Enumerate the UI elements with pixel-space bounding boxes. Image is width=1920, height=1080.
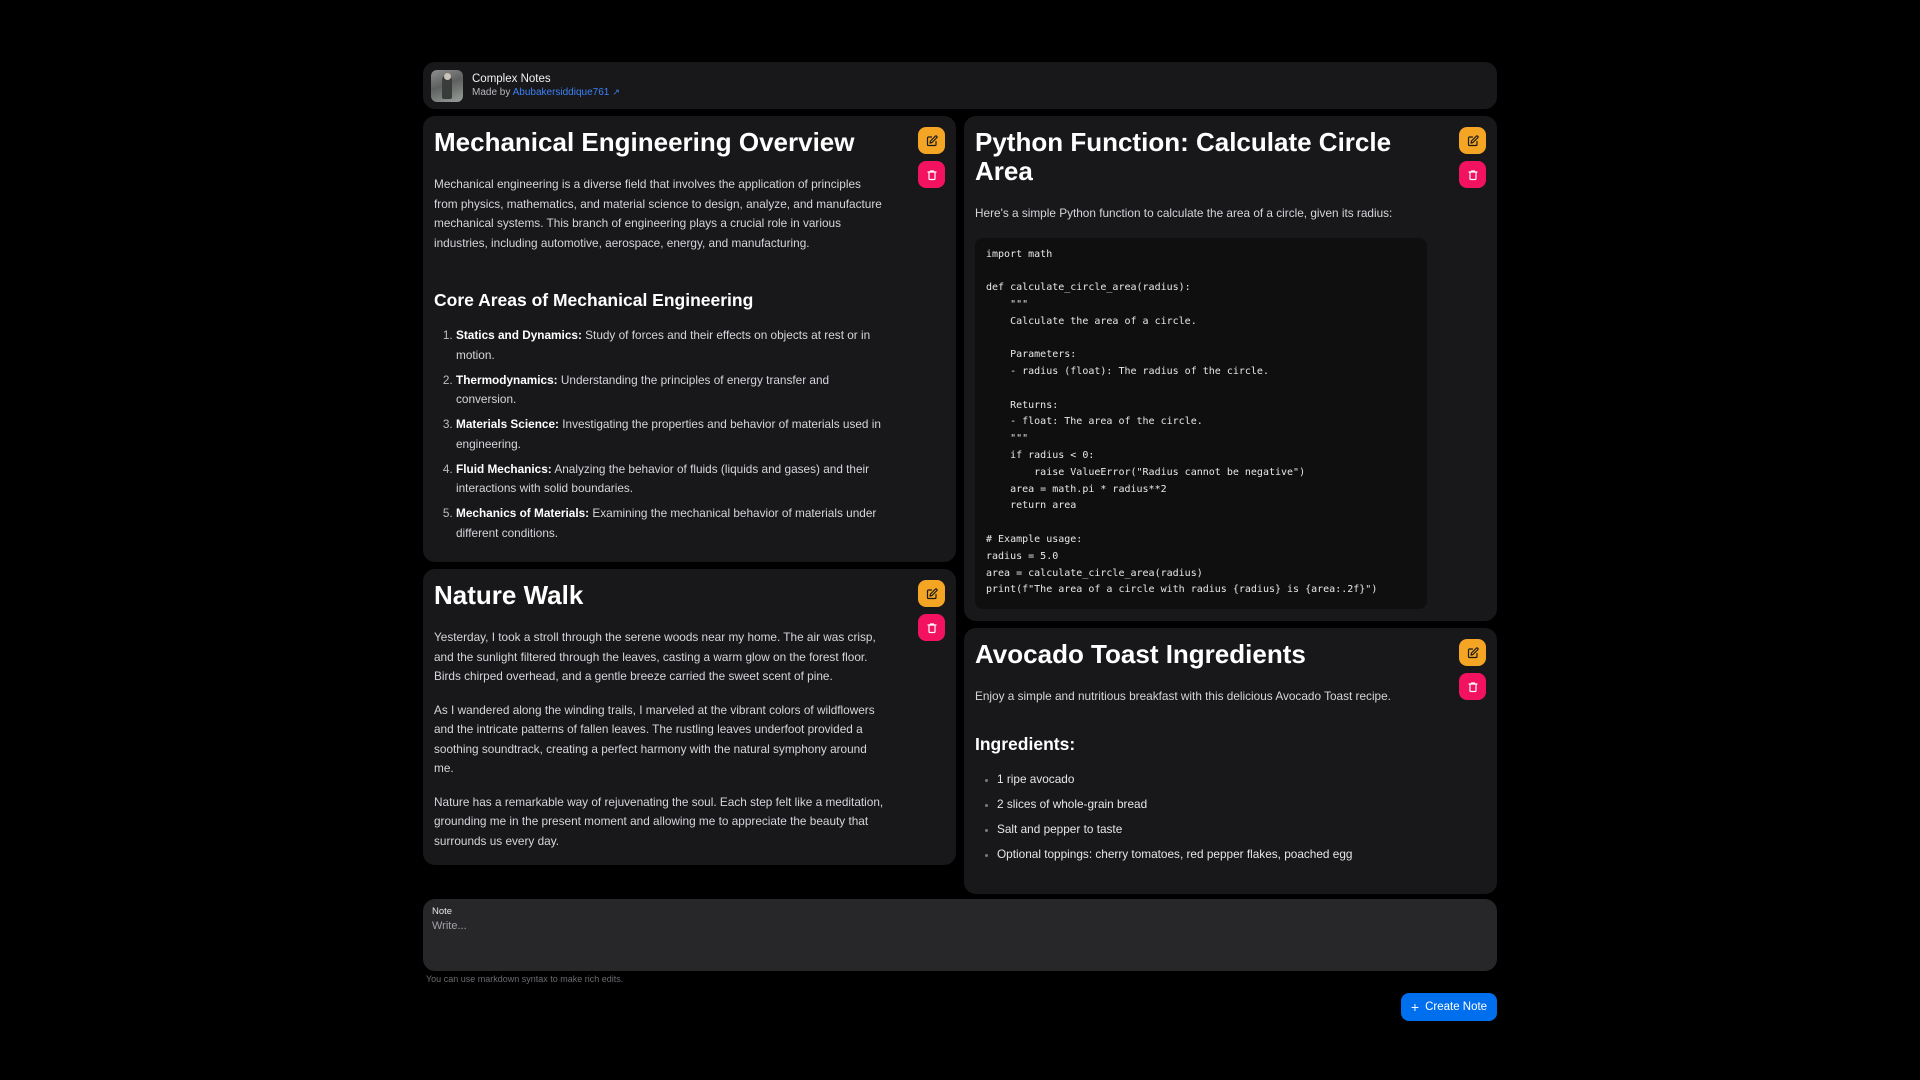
list-item: 1 ripe avocado: [997, 770, 1427, 790]
notes-column-right: Python Function: Calculate Circle Area H…: [964, 116, 1497, 894]
note-intro: Mechanical engineering is a diverse fiel…: [434, 177, 882, 250]
list-item: Statics and Dynamics: Study of forces an…: [456, 326, 886, 365]
note-subheading: Core Areas of Mechanical Engineering: [434, 290, 754, 310]
note-card-nature-walk: Nature Walk Yesterday, I took a stroll t…: [423, 569, 956, 865]
ingredients-list: 1 ripe avocado 2 slices of whole-grain b…: [975, 770, 1427, 865]
delete-button[interactable]: [918, 161, 945, 188]
external-link-icon: ↗: [612, 87, 620, 97]
note-actions: [1459, 639, 1486, 700]
made-by-line: Made by Abubakersiddique761 ↗: [472, 86, 620, 99]
note-title: Python Function: Calculate Circle Area: [975, 127, 1392, 186]
author-link[interactable]: Abubakersiddique761: [513, 87, 610, 98]
create-note-button[interactable]: + Create Note: [1401, 993, 1497, 1021]
note-paragraph: Yesterday, I took a stroll through the s…: [434, 630, 876, 683]
note-paragraph: Nature has a remarkable way of rejuvenat…: [434, 794, 884, 848]
note-composer[interactable]: Note: [423, 899, 1497, 971]
markdown-hint: You can use markdown syntax to make rich…: [426, 974, 624, 984]
note-actions: [918, 580, 945, 641]
list-item: Mechanics of Materials: Examining the me…: [456, 504, 886, 543]
trash-icon: [1467, 681, 1478, 692]
notes-column-left: Mechanical Engineering Overview Mechanic…: [423, 116, 956, 894]
code-block: import math def calculate_circle_area(ra…: [975, 237, 1427, 610]
app-header: Complex Notes Made by Abubakersiddique76…: [423, 62, 1497, 109]
edit-button[interactable]: [918, 580, 945, 607]
edit-icon: [1467, 646, 1479, 658]
edit-button[interactable]: [918, 127, 945, 154]
note-input[interactable]: [432, 920, 1488, 932]
app-container: Complex Notes Made by Abubakersiddique76…: [423, 62, 1497, 894]
edit-button[interactable]: [1459, 639, 1486, 666]
edit-button[interactable]: [1459, 127, 1486, 154]
made-by-label: Made by: [472, 87, 513, 98]
note-title: Nature Walk: [434, 580, 584, 610]
note-actions: [1459, 127, 1486, 188]
note-card-avocado: Avocado Toast Ingredients Enjoy a simple…: [964, 628, 1497, 894]
delete-button[interactable]: [1459, 161, 1486, 188]
notes-grid: Mechanical Engineering Overview Mechanic…: [423, 116, 1497, 894]
note-card-python: Python Function: Calculate Circle Area H…: [964, 116, 1497, 621]
list-item: Salt and pepper to taste: [997, 820, 1427, 840]
note-title: Avocado Toast Ingredients: [975, 639, 1306, 669]
trash-icon: [1467, 169, 1478, 180]
app-title: Complex Notes: [472, 73, 551, 85]
note-subheading: Ingredients:: [975, 733, 1076, 754]
list-item: Optional toppings: cherry tomatoes, red …: [997, 845, 1427, 865]
list-item: Fluid Mechanics: Analyzing the behavior …: [456, 460, 886, 499]
note-paragraph: As I wandered along the winding trails, …: [434, 702, 875, 776]
note-actions: [918, 127, 945, 188]
note-intro: Enjoy a simple and nutritious breakfast …: [975, 689, 1391, 703]
core-areas-list: Statics and Dynamics: Study of forces an…: [434, 326, 886, 543]
edit-icon: [926, 587, 938, 599]
plus-icon: +: [1410, 999, 1420, 1015]
delete-button[interactable]: [918, 614, 945, 641]
note-intro: Here's a simple Python function to calcu…: [975, 206, 1393, 220]
author-avatar: [431, 69, 463, 102]
list-item: 2 slices of whole-grain bread: [997, 795, 1427, 815]
note-card-mechanical: Mechanical Engineering Overview Mechanic…: [423, 116, 956, 562]
list-item: Thermodynamics: Understanding the princi…: [456, 371, 886, 410]
create-note-label: Create Note: [1425, 1001, 1488, 1013]
delete-button[interactable]: [1459, 673, 1486, 700]
note-title: Mechanical Engineering Overview: [434, 127, 855, 157]
list-item: Materials Science: Investigating the pro…: [456, 415, 886, 454]
edit-icon: [926, 134, 938, 146]
note-field-label: Note: [432, 906, 453, 917]
trash-icon: [926, 622, 937, 633]
edit-icon: [1467, 134, 1479, 146]
trash-icon: [926, 169, 937, 180]
